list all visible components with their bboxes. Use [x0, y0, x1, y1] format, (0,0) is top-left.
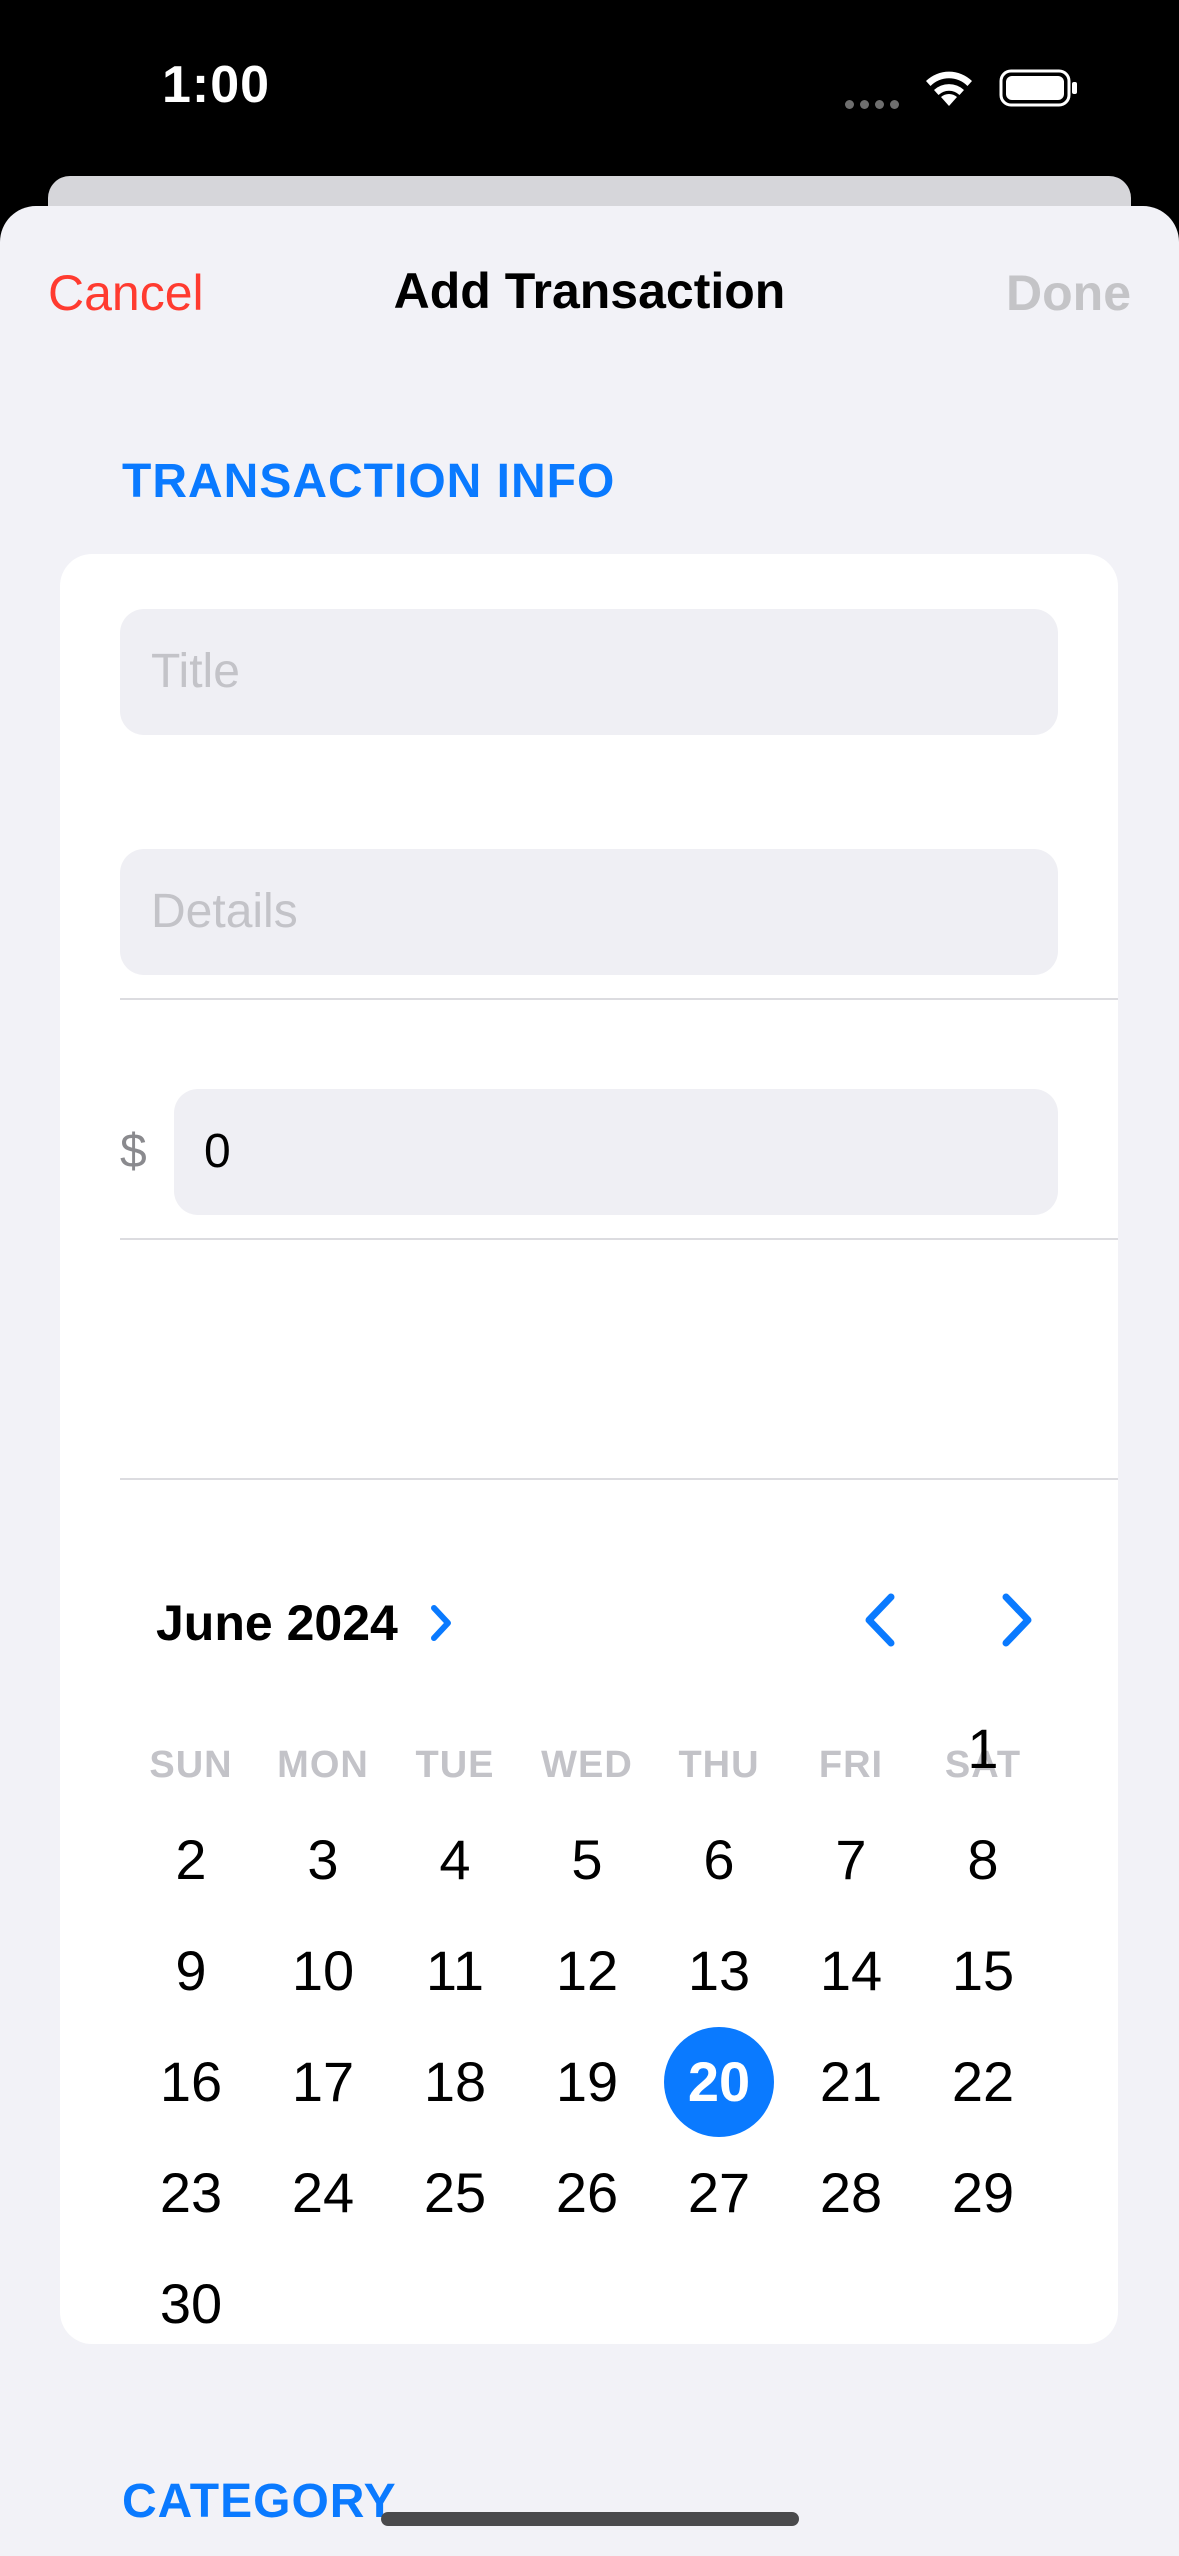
title-input[interactable]: Title — [120, 609, 1058, 735]
calendar-day[interactable]: 15 — [928, 1916, 1038, 2026]
calendar-day[interactable]: 23 — [136, 2138, 246, 2248]
calendar-day[interactable]: 22 — [928, 2027, 1038, 2137]
calendar-day[interactable]: 6 — [664, 1805, 774, 1915]
done-button[interactable]: Done — [1006, 264, 1131, 322]
currency-symbol: $ — [120, 1125, 147, 1178]
calendar-day[interactable]: 30 — [136, 2249, 246, 2359]
calendar-day[interactable]: 7 — [796, 1805, 906, 1915]
page-title: Add Transaction — [393, 263, 786, 319]
calendar-day[interactable]: 25 — [400, 2138, 510, 2248]
calendar-day[interactable]: 11 — [400, 1916, 510, 2026]
calendar-day[interactable]: 5 — [532, 1805, 642, 1915]
calendar-day[interactable]: 9 — [136, 1916, 246, 2026]
weekday-label: SUN — [149, 1744, 233, 1786]
calendar-day[interactable]: 12 — [532, 1916, 642, 2026]
divider — [120, 998, 1118, 1000]
cellular-signal-icon — [845, 96, 905, 114]
calendar-day[interactable]: 1 — [928, 1694, 1038, 1804]
calendar-day[interactable]: 29 — [928, 2138, 1038, 2248]
calendar-day[interactable]: 19 — [532, 2027, 642, 2137]
calendar-day[interactable]: 10 — [268, 1916, 378, 2026]
calendar-day[interactable]: 27 — [664, 2138, 774, 2248]
section-header-transaction-info: TRANSACTION INFO — [122, 455, 616, 508]
weekday-label: MON — [277, 1744, 369, 1786]
previous-month-button[interactable] — [857, 1589, 905, 1651]
status-time: 1:00 — [162, 56, 271, 114]
details-input[interactable]: Details — [120, 849, 1058, 975]
section-header-category: CATEGORY — [122, 2475, 397, 2528]
calendar-day[interactable]: 24 — [268, 2138, 378, 2248]
weekday-label: TUE — [415, 1744, 495, 1786]
calendar-day[interactable]: 21 — [796, 2027, 906, 2137]
calendar-day[interactable]: 3 — [268, 1805, 378, 1915]
amount-value: 0 — [204, 1125, 231, 1178]
calendar-day[interactable]: 13 — [664, 1916, 774, 2026]
calendar-day[interactable]: 4 — [400, 1805, 510, 1915]
battery-icon — [999, 69, 1077, 107]
transaction-info-card: Title Details $ 0 June 2024 SUN MON TUE WED… — [60, 554, 1118, 2344]
month-year-button[interactable]: June 2024 — [156, 1594, 398, 1652]
divider — [120, 1478, 1118, 1480]
add-transaction-sheet: Cancel Add Transaction Done TRANSACTION … — [0, 206, 1179, 2556]
weekday-label: THU — [678, 1744, 760, 1786]
amount-input[interactable]: 0 — [174, 1089, 1058, 1215]
wifi-icon — [926, 71, 972, 106]
next-month-button[interactable] — [992, 1589, 1040, 1651]
weekday-label: WED — [541, 1744, 633, 1786]
home-indicator — [381, 2512, 799, 2526]
calendar-day[interactable]: 17 — [268, 2027, 378, 2137]
title-placeholder: Title — [151, 645, 240, 698]
calendar-day[interactable]: 8 — [928, 1805, 1038, 1915]
weekday-label: FRI — [818, 1744, 884, 1786]
status-bar: 1:00 — [0, 0, 1179, 175]
calendar-day[interactable]: 16 — [136, 2027, 246, 2137]
calendar-day[interactable]: 14 — [796, 1916, 906, 2026]
calendar-day[interactable]: 2 — [136, 1805, 246, 1915]
calendar-day[interactable]: 28 — [796, 2138, 906, 2248]
details-placeholder: Details — [151, 885, 298, 938]
divider — [120, 1238, 1118, 1240]
calendar-day[interactable]: 26 — [532, 2138, 642, 2248]
calendar-day[interactable]: 18 — [400, 2027, 510, 2137]
calendar-day-selected[interactable]: 20 — [664, 2027, 774, 2137]
chevron-right-icon[interactable] — [426, 1602, 456, 1644]
